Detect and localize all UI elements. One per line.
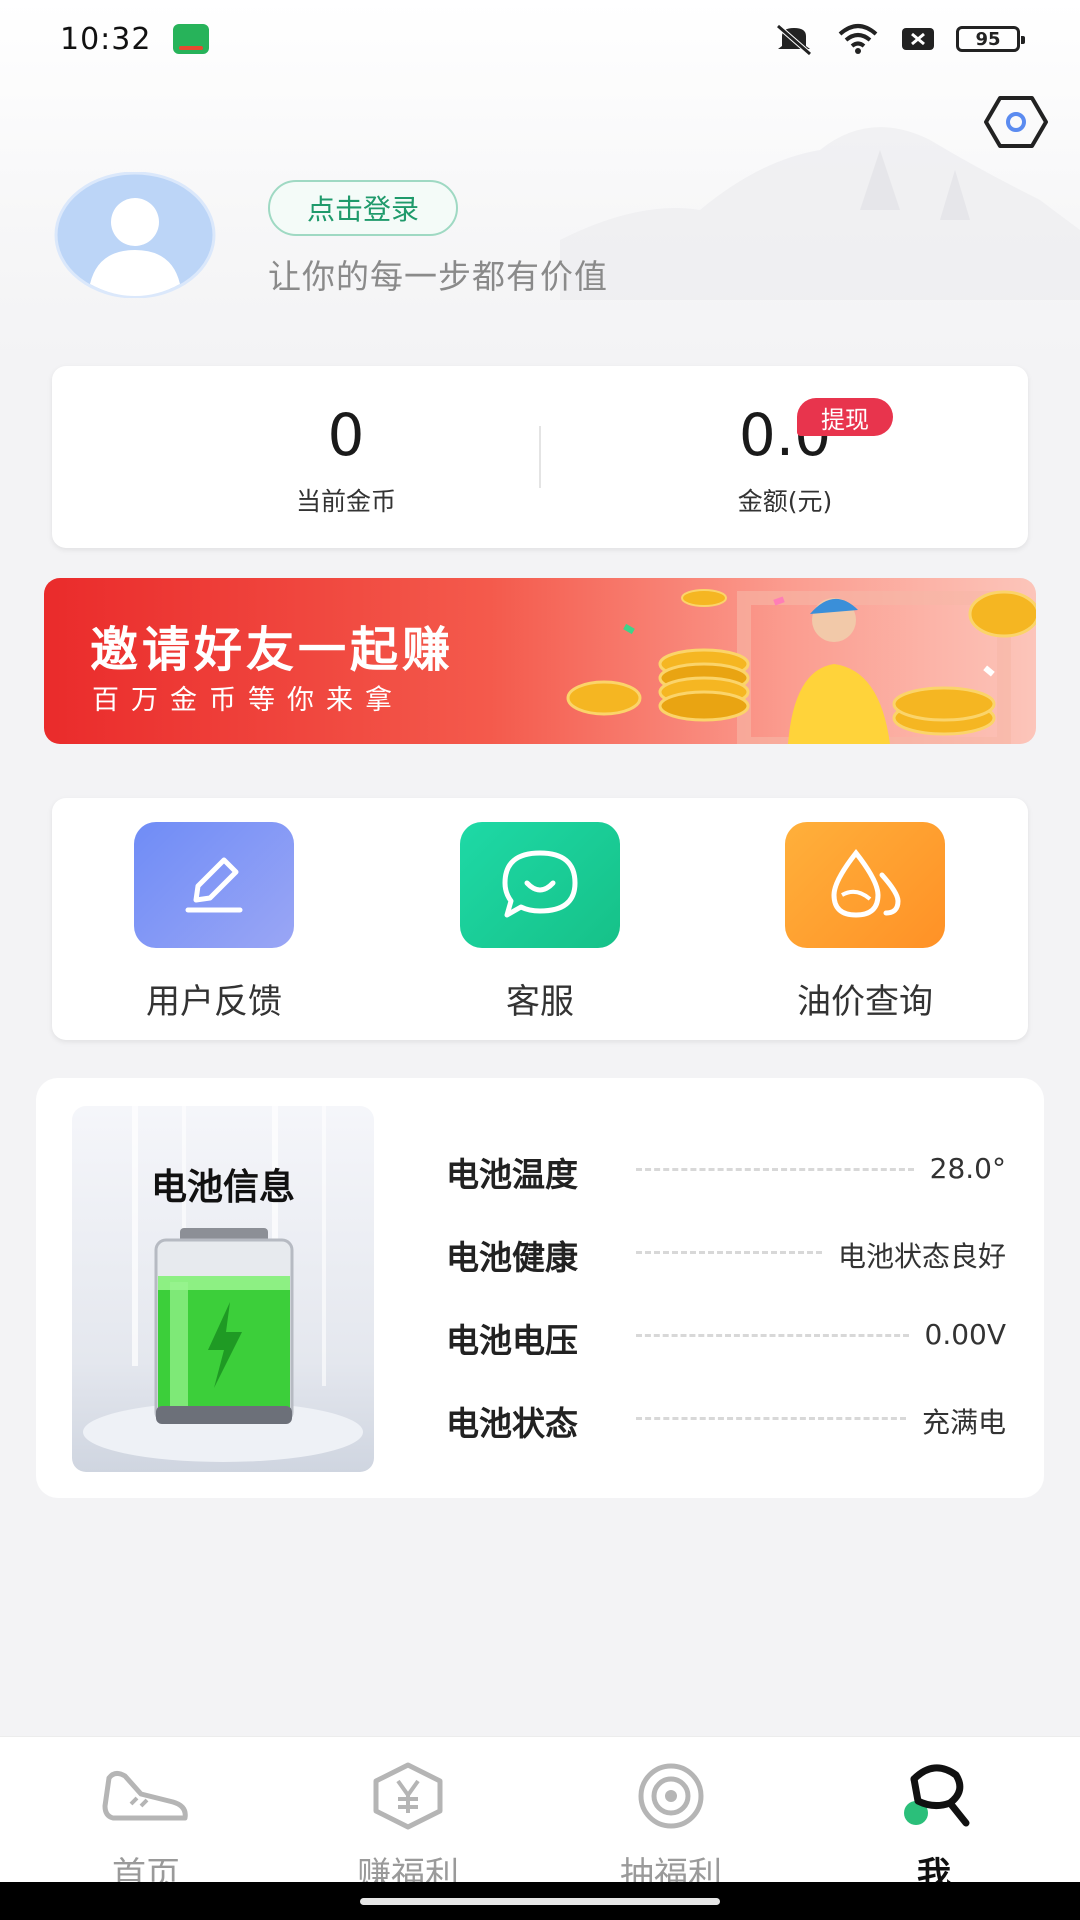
stats-divider	[539, 426, 541, 488]
money-label: 金额(元)	[737, 487, 833, 516]
battery-temperature-row: 电池温度 28.0°	[446, 1148, 1006, 1231]
invite-illustration	[566, 589, 1036, 744]
battery-temperature-value: 28.0°	[929, 1152, 1006, 1185]
lottery-icon	[571, 1757, 771, 1835]
battery-status-row: 电池状态 充满电	[446, 1397, 1006, 1480]
stats-card: 0 当前金币 0.0 金额(元) 提现	[52, 366, 1028, 548]
status-bar: 10:32 95	[0, 0, 1080, 78]
battery-voltage-value: 0.00V	[924, 1318, 1007, 1351]
feedback-label: 用户反馈	[146, 982, 282, 1022]
no-sim-icon	[902, 28, 934, 50]
battery-title: 电池信息	[150, 1167, 295, 1208]
home-gesture-handle[interactable]	[360, 1898, 720, 1905]
oil-price-tool[interactable]: 油价查询	[745, 822, 985, 1023]
oil-price-label: 油价查询	[797, 982, 933, 1022]
chat-smile-icon	[460, 822, 620, 948]
tools-card: 用户反馈 客服 油价查询	[52, 798, 1028, 1040]
profile-slogan: 让你的每一步都有价值	[268, 257, 608, 296]
battery-health-row: 电池健康 电池状态良好	[446, 1231, 1006, 1314]
withdraw-button[interactable]: 提现	[797, 398, 893, 436]
coins-stat[interactable]: 0 当前金币	[196, 406, 496, 518]
customer-service-label: 客服	[506, 982, 574, 1022]
battery-details: 电池温度 28.0° 电池健康 电池状态良好 电池电压 0.00V 电池状态 充…	[446, 1148, 1006, 1480]
wifi-icon	[838, 24, 878, 54]
battery-icon: 95	[956, 26, 1025, 52]
invite-banner[interactable]: 邀请好友一起赚 百万金币等你来拿	[44, 578, 1036, 744]
row-divider	[636, 1168, 914, 1171]
nav-me[interactable]: 我	[834, 1757, 1034, 1896]
battery-info-card: 电池信息 电池温度 28.0° 电池健康 电池状态良好 电池电压 0.00V 电…	[36, 1078, 1044, 1498]
pencil-icon	[134, 822, 294, 948]
battery-level: 95	[975, 28, 1001, 50]
login-button[interactable]: 点击登录	[268, 180, 458, 236]
settings-icon[interactable]	[982, 94, 1050, 150]
nav-draw[interactable]: 抽福利	[571, 1757, 771, 1896]
status-time: 10:32	[60, 21, 152, 57]
battery-status-label: 电池状态	[446, 1404, 578, 1443]
battery-health-value: 电池状态良好	[837, 1240, 1006, 1273]
battery-health-label: 电池健康	[446, 1238, 578, 1277]
mute-icon	[776, 24, 812, 56]
yuan-hexagon-icon	[308, 1757, 508, 1835]
nav-home[interactable]: 首页	[46, 1757, 246, 1896]
battery-temperature-label: 电池温度	[446, 1155, 578, 1194]
row-divider	[636, 1417, 906, 1420]
oil-drop-icon	[785, 822, 945, 948]
customer-service-tool[interactable]: 客服	[420, 822, 660, 1023]
gesture-bar	[0, 1882, 1080, 1920]
row-divider	[636, 1334, 909, 1337]
battery-voltage-label: 电池电压	[446, 1321, 578, 1360]
bottom-navigation: 首页 赚福利 抽福利 我	[0, 1736, 1080, 1895]
row-divider	[636, 1251, 822, 1254]
feedback-tool[interactable]: 用户反馈	[94, 822, 334, 1023]
battery-voltage-row: 电池电压 0.00V	[446, 1314, 1006, 1397]
app-notification-icon	[173, 24, 210, 54]
battery-illustration: 电池信息	[72, 1106, 374, 1472]
profile-icon	[834, 1757, 1034, 1835]
coins-label: 当前金币	[295, 487, 396, 516]
coins-value: 0	[327, 401, 365, 469]
nav-earn[interactable]: 赚福利	[308, 1757, 508, 1896]
avatar[interactable]	[54, 172, 216, 298]
shoe-icon	[46, 1757, 246, 1835]
battery-status-value: 充满电	[921, 1406, 1006, 1439]
